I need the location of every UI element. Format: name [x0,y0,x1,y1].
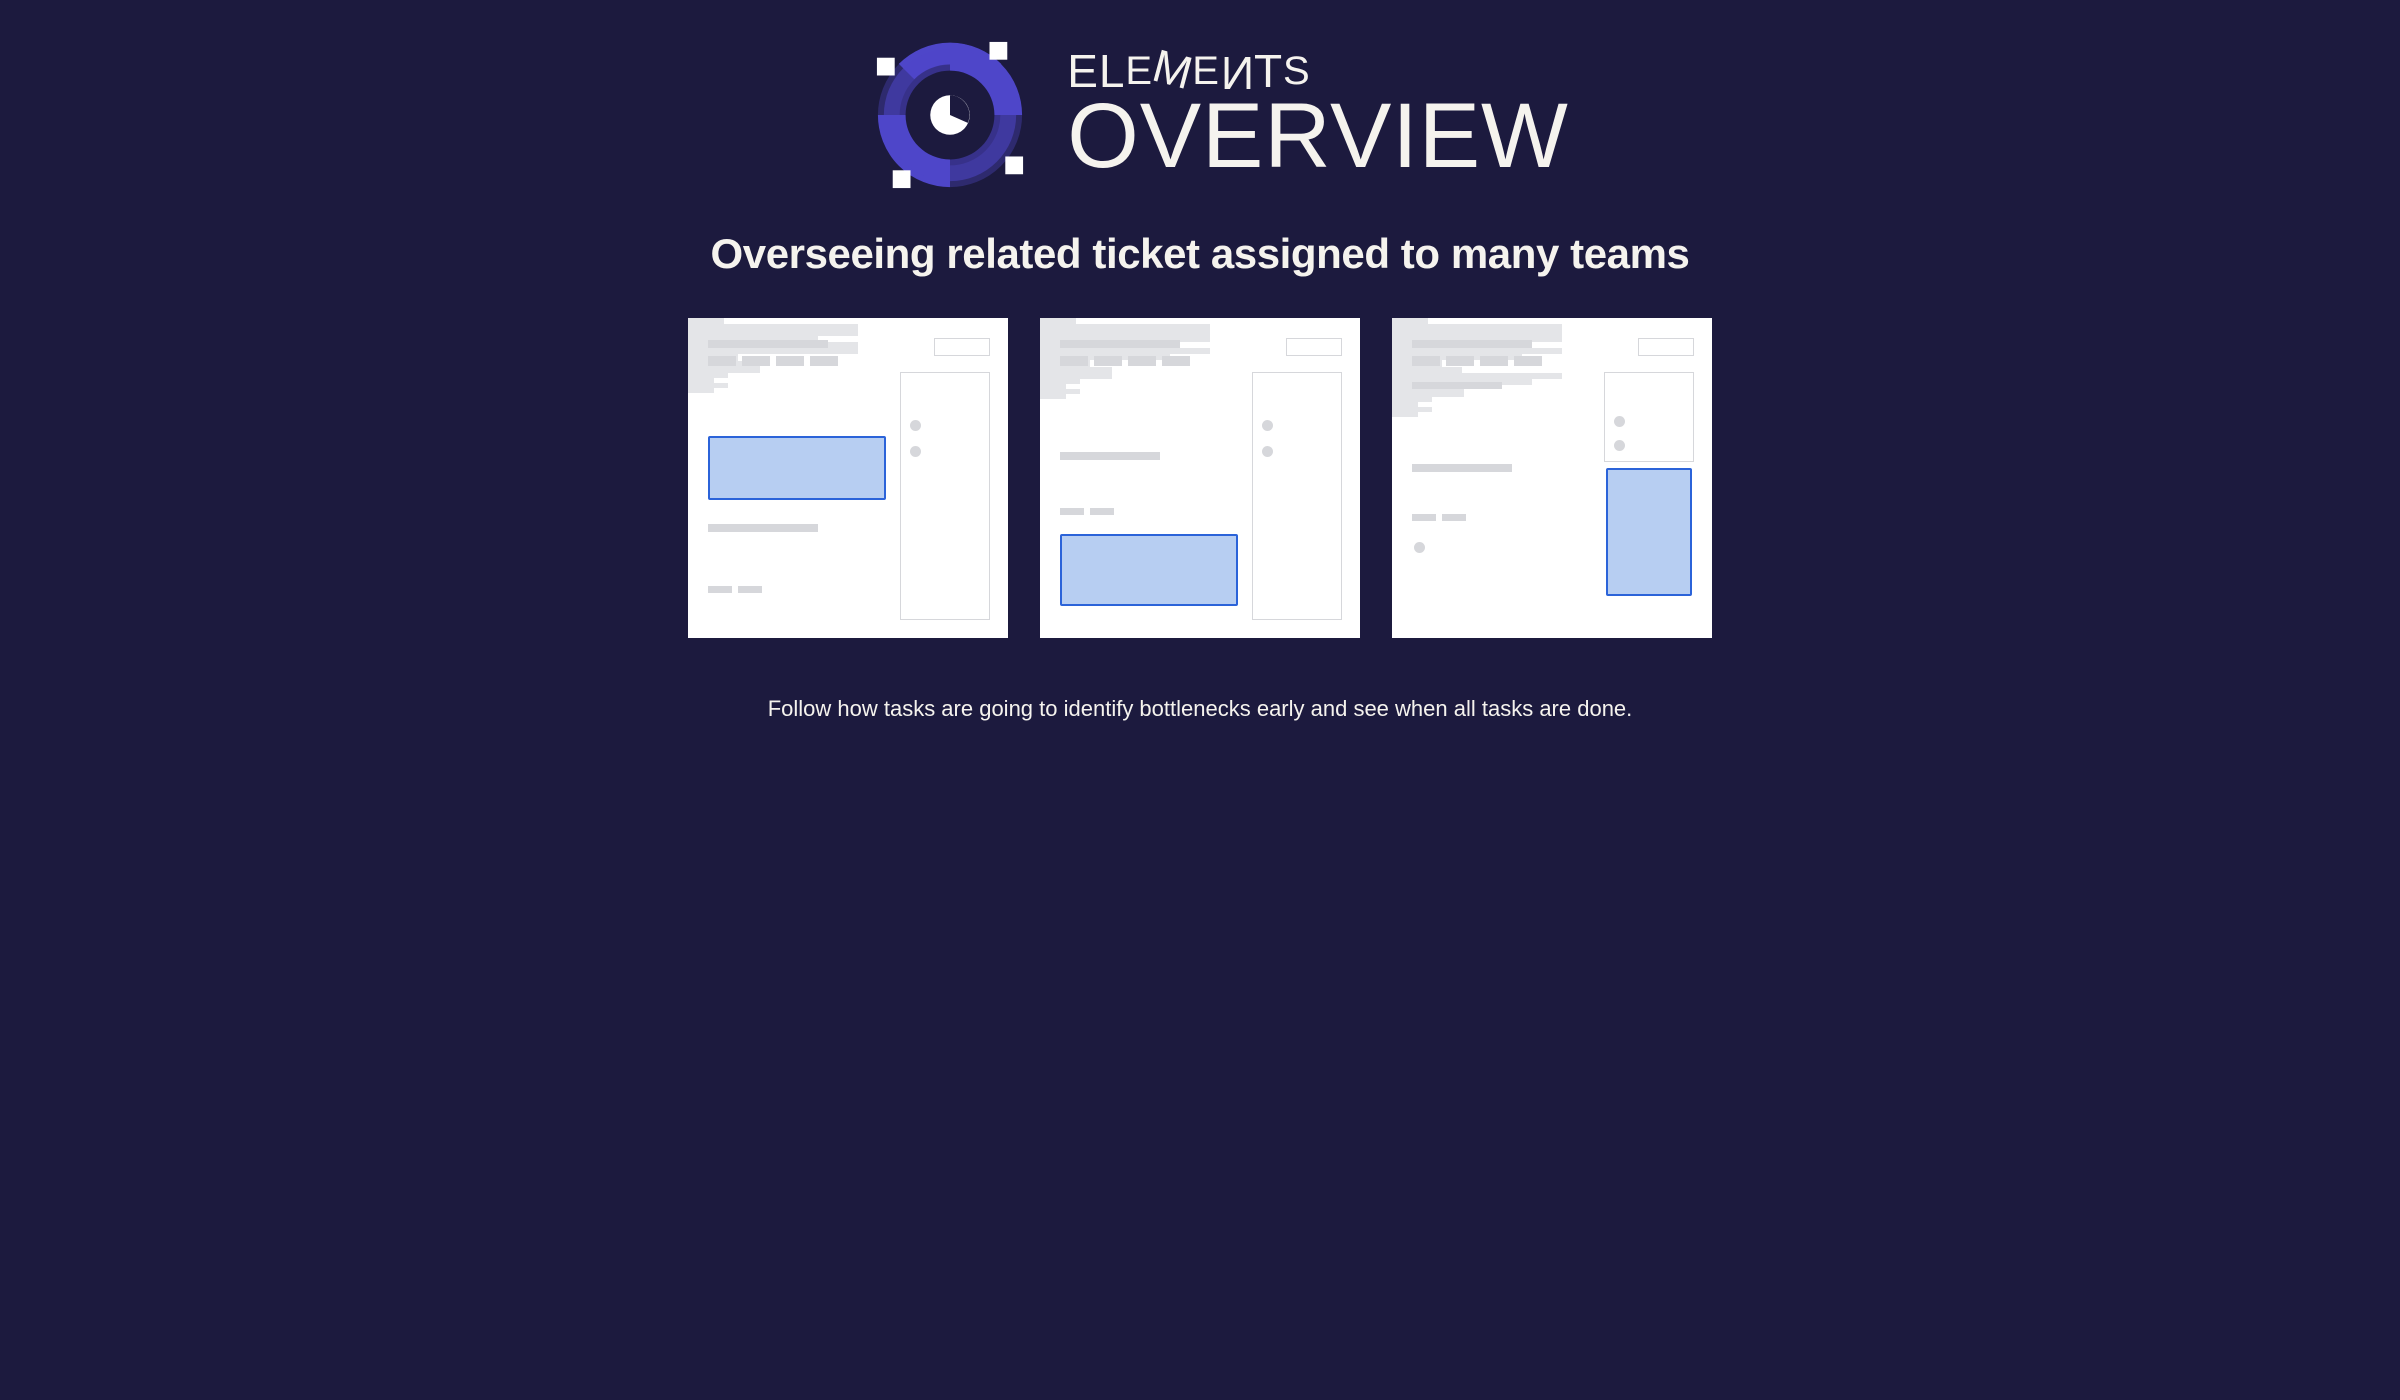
highlight-box [708,436,886,500]
brand-name-line2: OVERVIEW [1067,90,1569,182]
wireframe-card-3 [1392,318,1712,638]
headline: Overseeing related ticket assigned to ma… [711,230,1690,278]
brand-block: ELEMENTS OVERVIEW [871,36,1569,194]
wireframe-card-2 [1040,318,1360,638]
wireframe-row [688,318,1712,638]
highlight-box [1060,534,1238,606]
wireframe-card-1 [688,318,1008,638]
elements-logo-icon [871,36,1029,194]
footer-caption: Follow how tasks are going to identify b… [768,696,1633,722]
highlight-box [1606,468,1692,596]
